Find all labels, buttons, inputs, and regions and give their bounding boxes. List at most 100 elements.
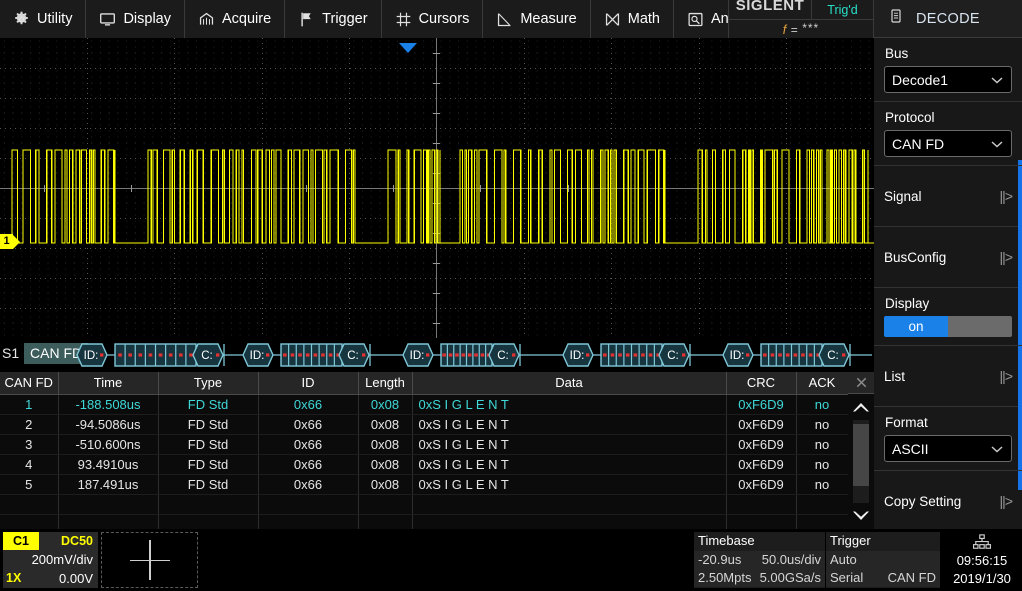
bus-data-marker	[298, 353, 302, 356]
add-channel-button[interactable]	[101, 532, 198, 588]
bus-data-marker	[626, 353, 630, 356]
bus-data-marker	[603, 353, 607, 356]
sidebar-item-list[interactable]: List ||>	[874, 346, 1022, 407]
timebase-scale[interactable]: 50.0us/div	[762, 551, 825, 569]
protocol-dropdown[interactable]: CAN FD	[884, 130, 1012, 157]
col-header-id[interactable]: ID	[258, 372, 358, 394]
chevron-down-icon	[851, 509, 871, 523]
trigger-mode[interactable]: Auto	[826, 551, 857, 569]
trigger-source[interactable]: CAN FD	[888, 569, 940, 587]
format-dropdown[interactable]: ASCII	[884, 435, 1012, 462]
bus-crc-packet-label: C:	[347, 350, 359, 362]
close-table-button[interactable]	[848, 372, 874, 394]
table-scrollbar[interactable]	[848, 394, 874, 529]
gear-icon	[13, 11, 30, 28]
channel1-ground-marker[interactable]: 1	[0, 234, 20, 249]
col-header-length[interactable]: Length	[358, 372, 412, 394]
decode-bus-graphics: ID:C:ID:C:ID:C:ID:C:ID:C:	[0, 338, 874, 372]
clock-time: 09:56:15	[944, 552, 1020, 570]
cell-empty	[726, 494, 796, 514]
cell-type: FD Std	[158, 474, 258, 494]
channel1-vertical-scale[interactable]: 200mV/div	[3, 550, 98, 569]
display-toggle-on[interactable]: on	[884, 316, 948, 337]
channel1-offset[interactable]: 0.00V	[21, 569, 98, 588]
menu-item-label: Display	[123, 11, 171, 27]
cell-id: 0x66	[258, 474, 358, 494]
monitor-icon	[99, 11, 116, 28]
timebase-box[interactable]: Timebase -20.9us 50.0us/div 2.50Mpts 5.0…	[694, 532, 825, 588]
bus-crc-marker	[216, 353, 219, 356]
waveform-grid-area[interactable]: 1	[0, 38, 874, 338]
display-toggle[interactable]: on	[884, 316, 1012, 337]
channel1-name[interactable]: C1	[3, 532, 39, 550]
sidebar-item-busconfig[interactable]: BusConfig ||>	[874, 227, 1022, 288]
col-header-type[interactable]: Type	[158, 372, 258, 394]
menu-item-math[interactable]: Math	[591, 0, 674, 38]
measure-icon	[496, 11, 513, 28]
scroll-down-button[interactable]	[848, 503, 874, 529]
bottom-status-bar: C1 DC50 200mV/div 1X 0.00V Timebase -20.…	[0, 529, 1022, 591]
bus-dropdown[interactable]: Decode1	[884, 66, 1012, 93]
trigger-box[interactable]: Trigger Auto Serial CAN FD	[826, 532, 940, 588]
trigger-type[interactable]: Serial	[826, 569, 863, 587]
lan-network-icon[interactable]	[944, 532, 1020, 552]
scroll-thumb[interactable]	[853, 424, 869, 486]
menu-item-display[interactable]: Display	[86, 0, 185, 38]
cell-id: 0x66	[258, 434, 358, 454]
table-row[interactable]: 2-94.5086usFD Std0x660x080xS I G L E N T…	[0, 414, 848, 434]
menu-item-utility[interactable]: Utility	[0, 0, 86, 38]
menu-item-acquire[interactable]: Acquire	[185, 0, 285, 38]
col-header-index[interactable]: CAN FD	[0, 372, 58, 394]
menu-item-label: Acquire	[222, 11, 271, 27]
col-header-time[interactable]: Time	[58, 372, 158, 394]
table-row[interactable]: 3-510.600nsFD Std0x660x080xS I G L E N T…	[0, 434, 848, 454]
col-header-data[interactable]: Data	[412, 372, 726, 394]
col-header-crc[interactable]: CRC	[726, 372, 796, 394]
bus-data-marker	[481, 353, 485, 356]
scroll-up-button[interactable]	[848, 394, 874, 420]
bus-data-marker	[159, 353, 163, 356]
channel1-probe-ratio[interactable]: 1X	[3, 569, 21, 588]
table-row[interactable]: 493.4910usFD Std0x660x080xS I G L E N T0…	[0, 454, 848, 474]
decode-table: CAN FD Time Type ID Length Data CRC ACK …	[0, 372, 849, 535]
cell-empty	[796, 494, 848, 514]
col-header-ack[interactable]: ACK	[796, 372, 848, 394]
bus-data-marker	[449, 353, 453, 356]
table-row[interactable]: 5187.491usFD Std0x660x080xS I G L E N T0…	[0, 474, 848, 494]
bus-data-marker	[763, 353, 767, 356]
cell-ack: no	[796, 414, 848, 434]
sidebar-item-signal[interactable]: Signal ||>	[874, 166, 1022, 227]
menu-item-trigger[interactable]: Trigger	[285, 0, 381, 38]
cell-index: 4	[0, 454, 58, 474]
menu-item-cursors[interactable]: Cursors	[382, 0, 484, 38]
decode-bus-row[interactable]: S1 CAN FD ID:C:ID:C:ID:C:ID:C:ID:C:	[0, 338, 874, 372]
timebase-title: Timebase	[694, 532, 825, 551]
bus-data-marker	[649, 353, 653, 356]
bus-data-marker	[794, 353, 798, 356]
display-toggle-off[interactable]	[948, 316, 1012, 337]
channel1-settings-box[interactable]: C1 DC50 200mV/div 1X 0.00V	[3, 532, 98, 588]
scroll-track[interactable]	[853, 420, 869, 503]
brand-top-row: SIGLENT Trig'd	[729, 0, 873, 20]
cell-ack: no	[796, 454, 848, 474]
format-label: Format	[885, 415, 1012, 430]
timebase-samplerate[interactable]: 5.00GSa/s	[760, 569, 825, 587]
cell-time: 187.491us	[58, 474, 158, 494]
table-row[interactable]: 1-188.508usFD Std0x660x080xS I G L E N T…	[0, 394, 848, 414]
decode-list-table[interactable]: CAN FD Time Type ID Length Data CRC ACK …	[0, 372, 874, 529]
sidebar-item-copy-setting[interactable]: Copy Setting ||>	[874, 471, 1022, 532]
trigger-title: Trigger	[826, 532, 940, 551]
cell-type: FD Std	[158, 434, 258, 454]
cell-length: 0x08	[358, 414, 412, 434]
channel1-coupling[interactable]: DC50	[39, 532, 98, 550]
timebase-memory[interactable]: 2.50Mpts	[694, 569, 751, 587]
cell-empty	[358, 494, 412, 514]
timebase-delay[interactable]: -20.9us	[694, 551, 741, 569]
menu-item-measure[interactable]: Measure	[483, 0, 590, 38]
cell-crc: 0xF6D9	[726, 454, 796, 474]
plus-icon	[130, 540, 170, 580]
timebase-row-1: -20.9us 50.0us/div	[694, 551, 825, 569]
cell-length: 0x08	[358, 474, 412, 494]
cell-time: -94.5086us	[58, 414, 158, 434]
cell-crc: 0xF6D9	[726, 394, 796, 414]
